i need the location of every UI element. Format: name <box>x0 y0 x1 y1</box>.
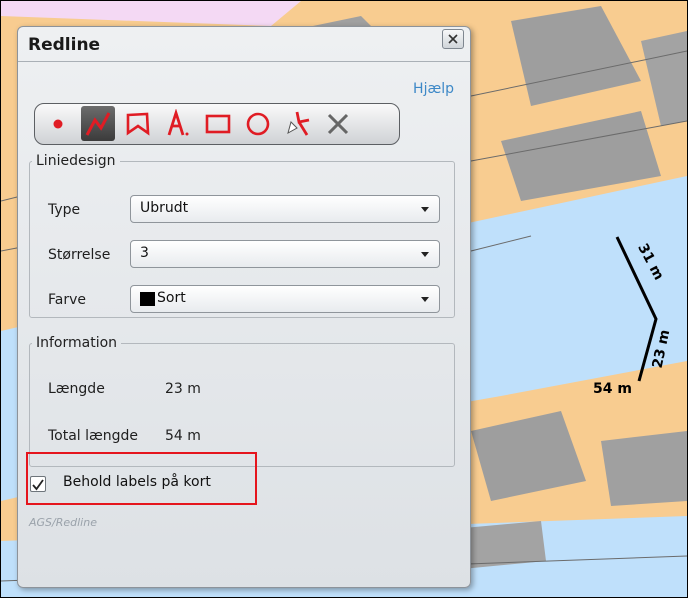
tool-circle-button[interactable] <box>241 106 275 141</box>
color-value: Sort <box>157 290 186 306</box>
redline-panel: Redline Hjælp Liniedesign Type Ubrudt St… <box>17 26 471 588</box>
type-value: Ubrudt <box>140 200 189 216</box>
tool-rectangle-button[interactable] <box>201 106 235 141</box>
keep-labels-checkbox[interactable] <box>30 476 46 492</box>
circle-icon <box>246 112 270 135</box>
tool-text-button[interactable] <box>161 106 195 141</box>
information-group: Information <box>29 335 455 467</box>
size-value: 3 <box>140 245 149 261</box>
keep-labels-label[interactable]: Behold labels på kort <box>63 474 211 490</box>
color-select[interactable]: Sort <box>130 285 440 313</box>
tool-move-button[interactable] <box>281 106 315 141</box>
length-value: 23 m <box>165 381 201 397</box>
drawing-toolbar <box>34 103 400 145</box>
type-select[interactable]: Ubrudt <box>130 195 440 223</box>
liniedesign-legend: Liniedesign <box>36 153 116 169</box>
total-length-value: 54 m <box>165 428 201 444</box>
information-legend: Information <box>36 335 118 351</box>
move-icon <box>287 111 310 136</box>
map-building <box>601 431 687 506</box>
panel-title: Redline <box>28 35 101 55</box>
chevron-down-icon <box>421 207 429 212</box>
delete-icon <box>327 113 349 134</box>
total-length-label: Total længde <box>48 428 139 444</box>
size-select[interactable]: 3 <box>130 240 440 268</box>
close-button[interactable] <box>442 29 464 49</box>
map-window: 31 m 23 m 54 m Redline Hjælp Liniedesign… <box>0 0 688 598</box>
footer-text: AGS/Redline <box>29 516 97 529</box>
close-icon <box>448 34 458 44</box>
color-label: Farve <box>48 292 87 308</box>
title-divider <box>18 61 470 62</box>
tool-line-button[interactable] <box>81 106 115 141</box>
tool-delete-button[interactable] <box>321 106 355 141</box>
chevron-down-icon <box>421 252 429 257</box>
line-icon <box>85 111 111 136</box>
chevron-down-icon <box>421 297 429 302</box>
text-icon <box>167 108 189 135</box>
rectangle-icon <box>205 114 231 133</box>
polygon-icon <box>126 112 150 136</box>
checkmark-icon <box>32 479 44 491</box>
point-icon <box>53 119 63 128</box>
size-label: Størrelse <box>48 247 111 263</box>
map-total-label: 54 m <box>593 381 632 397</box>
type-label: Type <box>48 202 81 218</box>
color-swatch <box>140 292 155 306</box>
help-link[interactable]: Hjælp <box>413 81 454 97</box>
tool-polygon-button[interactable] <box>121 106 155 141</box>
tool-point-button[interactable] <box>41 106 75 141</box>
length-label: Længde <box>48 381 105 397</box>
